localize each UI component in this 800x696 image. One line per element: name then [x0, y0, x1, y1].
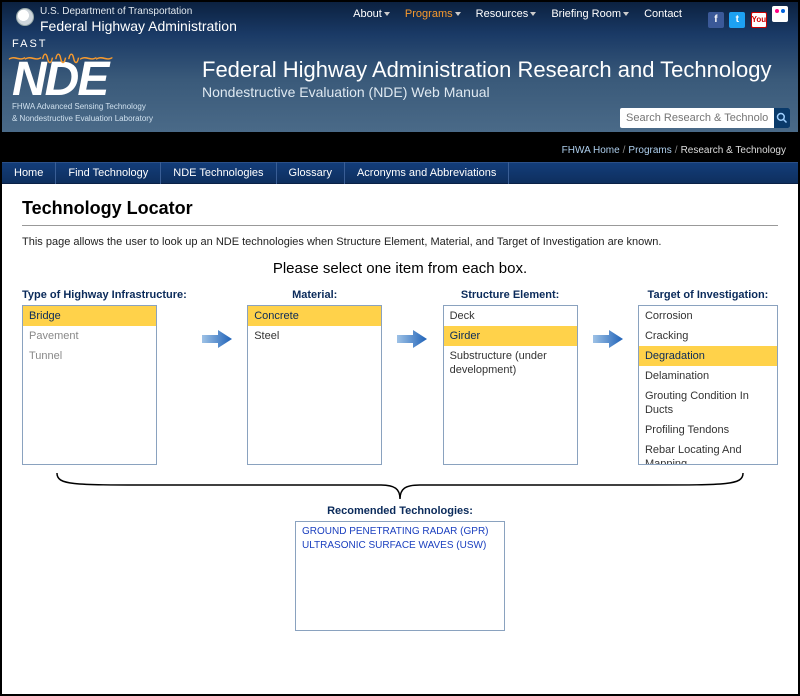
breadcrumb: FHWA Home/Programs/Research & Technology [562, 145, 786, 156]
localnav-find-technology[interactable]: Find Technology [56, 162, 161, 184]
topnav-resources[interactable]: Resources [476, 8, 537, 20]
nde-logo: FAST ⁓⁓∿∿∿⁓⁓ NDE FHWA Advanced Sensing T… [12, 38, 182, 124]
recommended-item[interactable]: ULTRASONIC SURFACE WAVES (USW) [302, 540, 498, 551]
topnav-about-label: About [353, 8, 382, 20]
localnav-nde-technologies[interactable]: NDE Technologies [161, 162, 276, 184]
dark-strip: FHWA Home/Programs/Research & Technology [2, 132, 798, 162]
infrastructure-item[interactable]: Tunnel [23, 346, 156, 366]
target-item[interactable]: Grouting Condition In Ducts [639, 386, 777, 420]
element-listbox[interactable]: Deck Girder Substructure (under developm… [443, 305, 578, 465]
social-links: f t You [706, 6, 788, 28]
chevron-down-icon [623, 12, 629, 16]
bracket-icon [52, 471, 748, 501]
recommended-listbox: GROUND PENETRATING RADAR (GPR) ULTRASONI… [295, 521, 505, 631]
site-header: U.S. Department of Transportation Federa… [2, 2, 798, 132]
recommended-section: Recomended Technologies: GROUND PENETRAT… [22, 505, 778, 631]
chevron-down-icon [384, 12, 390, 16]
department-label: U.S. Department of Transportation [40, 6, 192, 17]
localnav-home[interactable]: Home [2, 162, 56, 184]
breadcrumb-current: Research & Technology [681, 145, 786, 156]
twitter-icon[interactable]: t [729, 12, 745, 28]
chevron-down-icon [455, 12, 461, 16]
soundwave-icon: ⁓⁓∿∿∿⁓⁓ [8, 48, 111, 69]
recommended-heading: Recomended Technologies: [22, 505, 778, 517]
target-item[interactable]: Cracking [639, 326, 777, 346]
material-heading: Material: [247, 289, 382, 301]
material-item[interactable]: Steel [248, 326, 381, 346]
topnav-contact[interactable]: Contact [644, 8, 682, 20]
element-item[interactable]: Girder [444, 326, 577, 346]
infrastructure-item[interactable]: Pavement [23, 326, 156, 346]
target-item[interactable]: Profiling Tendons [639, 420, 777, 440]
localnav-acronyms[interactable]: Acronyms and Abbreviations [345, 162, 509, 184]
flickr-icon[interactable] [772, 6, 788, 22]
dot-seal-icon [16, 8, 34, 26]
material-listbox[interactable]: Concrete Steel [247, 305, 382, 465]
breadcrumb-home[interactable]: FHWA Home [562, 145, 620, 156]
main-content: Technology Locator This page allows the … [2, 184, 798, 631]
topnav-contact-label: Contact [644, 8, 682, 20]
selector-columns: Type of Highway Infrastructure: Bridge P… [22, 289, 778, 465]
infrastructure-listbox[interactable]: Bridge Pavement Tunnel [22, 305, 157, 465]
agency-label: Federal Highway Administration [40, 18, 237, 34]
chevron-down-icon [530, 12, 536, 16]
localnav-glossary[interactable]: Glossary [277, 162, 345, 184]
youtube-icon[interactable]: You [751, 12, 767, 28]
element-item[interactable]: Substructure (under development) [444, 346, 577, 380]
logo-tagline-2: & Nondestructive Evaluation Laboratory [12, 114, 182, 124]
infrastructure-heading: Type of Highway Infrastructure: [22, 289, 187, 301]
search-bar [620, 108, 790, 128]
col-element: Structure Element: Deck Girder Substruct… [443, 289, 578, 465]
infrastructure-item[interactable]: Bridge [23, 306, 156, 326]
topnav-resources-label: Resources [476, 8, 529, 20]
element-item[interactable]: Deck [444, 306, 577, 326]
search-input[interactable] [620, 110, 774, 126]
arrow-icon [200, 289, 234, 349]
col-infrastructure: Type of Highway Infrastructure: Bridge P… [22, 289, 187, 465]
instruction-text: Please select one item from each box. [22, 260, 778, 277]
site-title: Federal Highway Administration Research … [202, 57, 771, 83]
breadcrumb-programs[interactable]: Programs [628, 145, 671, 156]
local-nav: Home Find Technology NDE Technologies Gl… [2, 162, 798, 184]
search-button[interactable] [774, 108, 790, 128]
page-heading: Technology Locator [22, 198, 778, 219]
facebook-icon[interactable]: f [708, 12, 724, 28]
arrow-icon [591, 289, 625, 349]
target-item[interactable]: Corrosion [639, 306, 777, 326]
heading-rule [22, 225, 778, 226]
app-frame: U.S. Department of Transportation Federa… [0, 0, 800, 696]
logo-tagline-1: FHWA Advanced Sensing Technology [12, 102, 182, 112]
target-listbox[interactable]: Corrosion Cracking Degradation Delaminat… [638, 305, 778, 465]
topnav-programs[interactable]: Programs [405, 8, 461, 20]
arrow-icon [395, 289, 429, 349]
topnav-programs-label: Programs [405, 8, 453, 20]
topnav-briefing-label: Briefing Room [551, 8, 621, 20]
target-item[interactable]: Degradation [639, 346, 777, 366]
target-item[interactable]: Rebar Locating And Mapping [639, 440, 777, 465]
col-target: Target of Investigation: Corrosion Crack… [638, 289, 778, 465]
target-heading: Target of Investigation: [638, 289, 778, 301]
top-nav: About Programs Resources Briefing Room C… [347, 8, 688, 20]
element-heading: Structure Element: [443, 289, 578, 301]
topnav-about[interactable]: About [353, 8, 390, 20]
material-item[interactable]: Concrete [248, 306, 381, 326]
topnav-briefing-room[interactable]: Briefing Room [551, 8, 629, 20]
target-item[interactable]: Delamination [639, 366, 777, 386]
site-subtitle: Nondestructive Evaluation (NDE) Web Manu… [202, 84, 490, 100]
recommended-item[interactable]: GROUND PENETRATING RADAR (GPR) [302, 526, 498, 537]
search-icon [776, 112, 788, 124]
intro-text: This page allows the user to look up an … [22, 236, 778, 248]
col-material: Material: Concrete Steel [247, 289, 382, 465]
